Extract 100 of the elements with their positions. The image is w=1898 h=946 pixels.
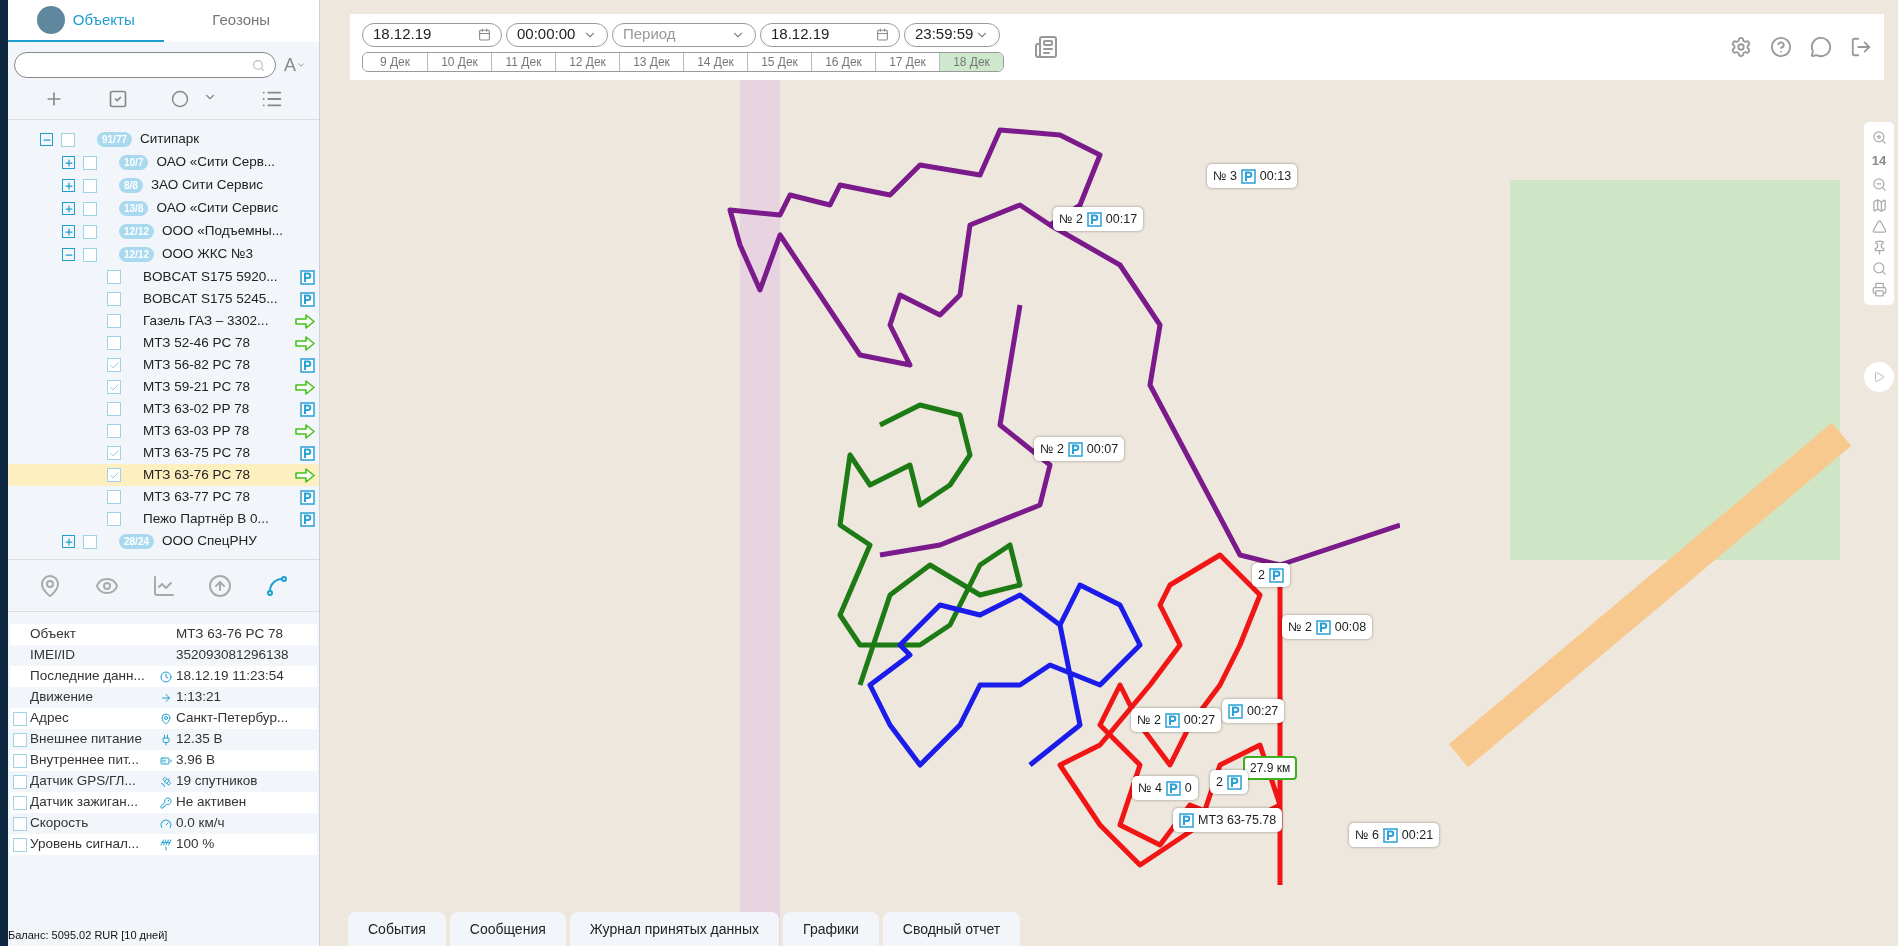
- collapse-icon[interactable]: [62, 248, 75, 261]
- unit-row[interactable]: МТЗ 63-03 РР 78: [8, 420, 319, 442]
- stop-marker[interactable]: № 6 00:21: [1349, 823, 1440, 847]
- arrow-up-icon[interactable]: [208, 573, 233, 598]
- search-field[interactable]: [14, 52, 276, 78]
- stop-marker[interactable]: № 2 00:08: [1282, 615, 1373, 639]
- checkbox[interactable]: [83, 247, 97, 262]
- expand-icon[interactable]: [62, 179, 75, 192]
- settings-icon[interactable]: [1730, 36, 1752, 58]
- unit-row[interactable]: МТЗ 52-46 РС 78: [8, 332, 319, 354]
- parking-icon: [299, 445, 315, 461]
- unit-row[interactable]: Газель ГАЗ – 3302...: [8, 310, 319, 332]
- unit-row[interactable]: BOBCAT S175 5920...: [8, 266, 319, 288]
- unit-row[interactable]: МТЗ 63-77 РС 78: [8, 486, 319, 508]
- bottom-tab[interactable]: События: [348, 912, 446, 946]
- stop-marker[interactable]: МТЗ 63-75.78: [1173, 808, 1283, 832]
- checkbox[interactable]: [107, 490, 121, 504]
- parking-icon: [1268, 567, 1284, 583]
- zoom-out-icon[interactable]: [1871, 176, 1887, 192]
- search-icon: [252, 58, 265, 72]
- chat-icon[interactable]: [1810, 36, 1832, 58]
- group-name[interactable]: ЗАО Сити Сервис: [150, 175, 263, 196]
- group-name[interactable]: ОАО «Сити Серв...: [156, 152, 276, 173]
- tab[interactable]: Геозоны: [163, 0, 319, 42]
- checkbox[interactable]: [107, 512, 121, 526]
- bottom-tab[interactable]: Сообщения: [449, 912, 566, 946]
- checkbox[interactable]: [107, 424, 121, 438]
- checkbox[interactable]: [13, 816, 27, 831]
- select-all-icon[interactable]: [107, 88, 128, 109]
- chart-icon[interactable]: [151, 573, 176, 598]
- group-name[interactable]: ООО ЖКС №3: [162, 244, 253, 265]
- print-icon[interactable]: [1871, 281, 1887, 297]
- checkbox[interactable]: [107, 468, 121, 482]
- group-name[interactable]: Ситипарк: [140, 129, 200, 150]
- unit-name: МТЗ 63-03 РР 78: [143, 421, 251, 440]
- unit-row[interactable]: МТЗ 63-02 РР 78: [8, 398, 319, 420]
- expand-panel-button[interactable]: [1864, 362, 1894, 392]
- logout-icon[interactable]: [1850, 36, 1872, 58]
- unit-row[interactable]: BOBCAT S175 5245...: [8, 288, 319, 310]
- expand-icon[interactable]: [62, 225, 75, 238]
- unit-row[interactable]: МТЗ 63-76 РС 78: [8, 464, 319, 486]
- stop-marker[interactable]: 2: [1252, 563, 1290, 587]
- stop-marker[interactable]: № 2 00:27: [1131, 708, 1222, 732]
- unit-row[interactable]: МТЗ 63-75 РС 78: [8, 442, 319, 464]
- stop-number: № 2: [1040, 440, 1064, 458]
- pin-icon[interactable]: [38, 573, 62, 598]
- checkbox[interactable]: [107, 270, 121, 284]
- bottom-tab[interactable]: Графики: [783, 912, 879, 946]
- bottom-tab[interactable]: Журнал принятых данных: [569, 912, 780, 946]
- expand-icon[interactable]: [62, 535, 75, 548]
- checkbox[interactable]: [13, 711, 27, 726]
- circle-icon[interactable]: [171, 89, 190, 108]
- unit-row[interactable]: МТЗ 59-21 РС 78: [8, 376, 319, 398]
- stop-marker[interactable]: № 3 00:13: [1207, 164, 1298, 188]
- unit-row[interactable]: МТЗ 56-82 РС 78: [8, 354, 319, 376]
- stop-marker[interactable]: № 2 00:17: [1053, 207, 1144, 231]
- group-name[interactable]: ОАО «Сити Сервис: [156, 198, 279, 219]
- key-icon: [160, 796, 172, 809]
- checkbox[interactable]: [107, 402, 121, 416]
- checkbox[interactable]: [13, 795, 27, 810]
- stop-marker[interactable]: № 2 00:07: [1034, 437, 1125, 461]
- checkbox[interactable]: [107, 336, 121, 350]
- checkbox[interactable]: [83, 178, 97, 193]
- parking-icon: [299, 357, 315, 373]
- group-name[interactable]: ООО СпецРНУ: [162, 531, 257, 552]
- unit-name: Пежо Партнёр В 0...: [143, 509, 270, 528]
- parking-icon: [1228, 703, 1243, 719]
- stop-marker[interactable]: № 4 0: [1132, 776, 1198, 800]
- checkbox[interactable]: [107, 314, 121, 328]
- checkbox[interactable]: [107, 292, 121, 306]
- checkbox[interactable]: [13, 753, 27, 768]
- checkbox[interactable]: [13, 837, 27, 852]
- map-layers-icon[interactable]: [1871, 197, 1887, 213]
- expand-icon[interactable]: [62, 202, 75, 215]
- checkbox[interactable]: [107, 380, 121, 394]
- collapse-icon[interactable]: [40, 133, 53, 146]
- checkbox[interactable]: [61, 132, 75, 147]
- checkbox[interactable]: [13, 732, 27, 747]
- stop-marker[interactable]: 00:27: [1222, 699, 1285, 723]
- checkbox[interactable]: [83, 201, 97, 216]
- checkbox[interactable]: [83, 224, 97, 239]
- arrow-icon: [294, 467, 315, 483]
- bottom-tab[interactable]: Сводный отчет: [882, 912, 1021, 946]
- parking-icon: [1165, 780, 1181, 796]
- checkbox[interactable]: [83, 534, 97, 549]
- report-icon[interactable]: [1034, 35, 1058, 59]
- group-name[interactable]: ООО «Подъемны...: [162, 221, 283, 242]
- route-icon[interactable]: [265, 573, 289, 598]
- parking-icon: [1315, 619, 1331, 635]
- pin-icon[interactable]: [1871, 239, 1887, 255]
- checkbox[interactable]: [107, 358, 121, 372]
- help-icon[interactable]: [1770, 36, 1792, 58]
- expand-icon[interactable]: [62, 156, 75, 169]
- checkbox[interactable]: [107, 446, 121, 460]
- stop-marker[interactable]: 2: [1210, 770, 1248, 794]
- unit-row[interactable]: Пежо Партнёр В 0...: [8, 508, 319, 530]
- checkbox[interactable]: [83, 155, 97, 170]
- checkbox[interactable]: [13, 774, 27, 789]
- search-icon[interactable]: [1871, 260, 1887, 276]
- zoom-in-icon[interactable]: [1871, 130, 1887, 145]
